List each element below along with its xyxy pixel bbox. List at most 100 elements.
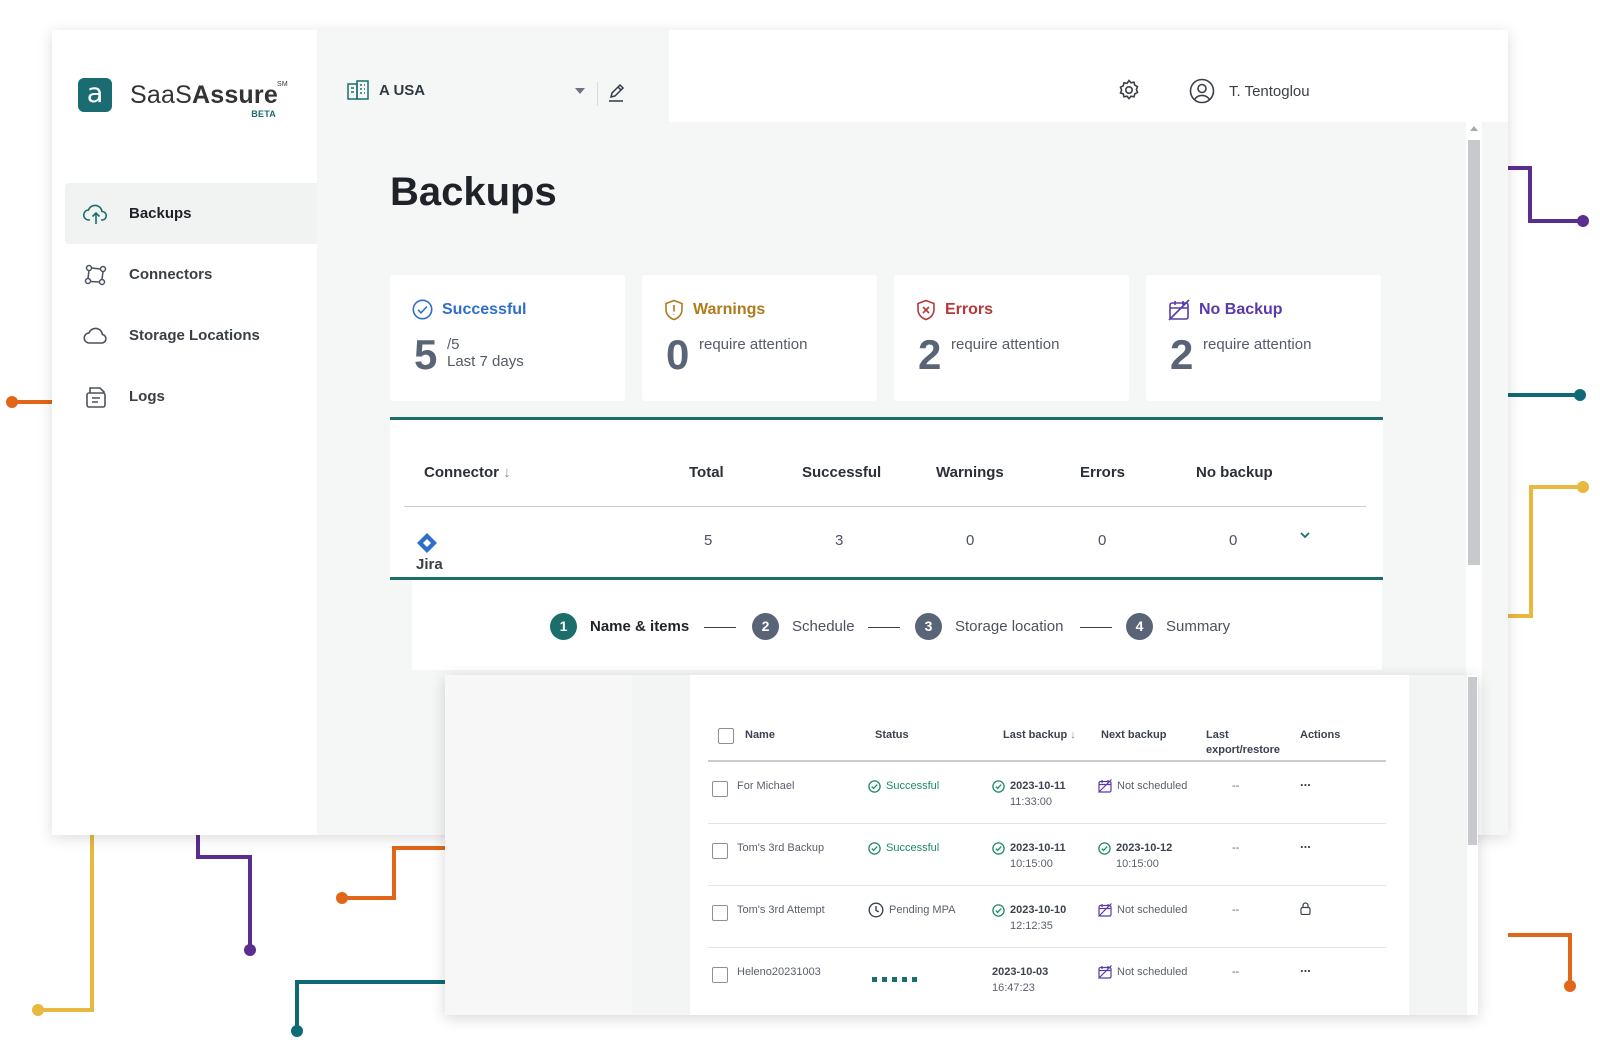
overlay-scrollbar[interactable] [1467,675,1478,1015]
backups-table: Name Status Last backup ↓ Next backup La… [708,675,1386,1015]
card-label: Errors [945,301,994,318]
lock-icon[interactable] [1300,902,1311,920]
connector-summary-table: Connector ↓ Total Successful Warnings Er… [390,417,1383,580]
card-subtext: /5 Last 7 days [447,336,524,370]
next-backup-cell: Not scheduled [1098,778,1187,794]
stat-card-no-backup[interactable]: No Backup 2 require attention [1146,275,1381,401]
step-number: 1 [550,613,577,640]
connector-cell: Jira [416,532,446,573]
lock-icon [1300,902,1311,916]
table-row[interactable]: Jira 5 3 0 0 0 [390,508,1383,578]
last-export-cell: -- [1232,842,1240,854]
cell-total: 5 [704,532,713,549]
sidebar-item-connectors[interactable]: Connectors [65,244,317,305]
sort-arrow-icon: ↓ [1070,729,1076,741]
sidebar-item-label: Storage Locations [129,327,260,344]
page-title: Backups [390,170,557,214]
stat-card-successful[interactable]: Successful 5 /5 Last 7 days [390,275,625,401]
user-menu[interactable]: T. Tentoglou [1189,78,1310,104]
table-row[interactable]: Tom's 3rd Backup Successful 2023-10-11 1… [708,824,1386,886]
edit-organization-button[interactable] [607,82,625,109]
next-backup-text: Not scheduled [1117,780,1188,792]
stat-card-errors[interactable]: Errors 2 require attention [894,275,1129,401]
chevron-down-icon[interactable] [575,88,585,94]
check-circle-icon [992,779,1005,793]
last-backup-date: 2023-10-03 [992,966,1049,978]
last-backup-time: 11:33:00 [1010,796,1053,808]
column-header-actions: Actions [1300,729,1341,741]
sidebar-item-backups[interactable]: Backups [65,183,317,244]
sidebar-item-storage-locations[interactable]: Storage Locations [65,305,317,366]
more-actions-button[interactable]: ... [1300,836,1311,852]
overlay-gutter [632,675,690,1015]
status-cell: Successful [868,840,939,856]
cell-no-backup: 0 [1229,532,1238,549]
column-header-connector[interactable]: Connector ↓ [424,464,511,481]
backup-name: Heleno20231003 [737,966,821,978]
scrollbar-thumb[interactable] [1468,677,1477,845]
step-label: Summary [1166,618,1231,635]
cell-successful: 3 [835,532,844,549]
settings-button[interactable] [1117,78,1141,107]
step-label: Name & items [590,618,690,635]
sidebar-item-label: Connectors [129,266,213,283]
column-header-warnings: Warnings [936,464,1004,481]
organization-name: A USA [379,81,426,99]
step-name-items[interactable]: 1 Name & items [550,613,689,640]
step-label: Schedule [792,618,855,635]
step-number: 2 [752,613,779,640]
select-all-checkbox[interactable] [718,728,734,744]
step-connector [704,627,736,628]
step-summary[interactable]: 4 Summary [1126,613,1230,640]
organization-selector[interactable]: A USA [347,80,425,100]
step-schedule[interactable]: 2 Schedule [752,613,855,640]
table-row[interactable]: For Michael Successful 2023-10-11 11:33:… [708,762,1386,824]
connector-name: Jira [416,556,443,573]
stat-card-warnings[interactable]: Warnings 0 require attention [642,275,877,401]
row-checkbox[interactable] [712,905,728,921]
column-header-successful: Successful [802,464,882,481]
overlay-sidebar [445,675,632,1015]
table-row[interactable]: Tom's 3rd Attempt Pending MPA 2023-10-10… [708,886,1386,948]
last-backup-date: 2023-10-11 [1010,842,1066,854]
row-checkbox[interactable] [712,967,728,983]
card-heading: Errors [916,299,993,321]
table-row[interactable]: Heleno20231003 2023-10-03 16:47:23 Not s… [708,948,1386,1010]
wizard-steps: 1 Name & items 2 Schedule 3 Storage locatio… [412,580,1382,670]
step-number: 4 [1126,613,1153,640]
scrollbar-thumb[interactable] [1468,140,1480,565]
next-backup-text: Not scheduled [1117,966,1188,978]
card-period: Last 7 days [447,353,524,370]
expand-row-button[interactable] [1298,528,1312,546]
check-circle-icon [992,903,1005,917]
row-checkbox[interactable] [712,843,728,859]
sidebar-item-logs[interactable]: Logs [65,366,317,427]
calendar-off-icon [1098,903,1112,917]
check-circle-icon [1098,841,1111,855]
column-header-label: Connector [424,464,499,481]
last-backup-cell: 2023-10-10 12:12:35 [992,902,1066,934]
column-header-errors: Errors [1080,464,1126,481]
column-header-last-backup[interactable]: Last backup ↓ [1003,728,1076,743]
jira-icon [417,533,437,553]
status-cell: Successful [868,778,939,794]
logo-name-light: SaaS [130,80,192,109]
backup-name: For Michael [737,780,795,792]
card-heading: Successful [412,299,526,320]
card-number: 2 [918,331,942,378]
step-storage-location[interactable]: 3 Storage location [915,613,1063,640]
divider [597,82,598,106]
status-cell: Pending MPA [868,902,955,918]
calendar-off-icon [1098,965,1112,979]
beta-badge: BETA [251,108,276,119]
card-denominator: /5 [447,336,460,353]
sidebar-item-label: Backups [129,205,192,222]
logo-sm-mark: SM [277,80,288,88]
card-number: 0 [666,331,690,378]
logo[interactable]: a SaaSAssure SM BETA [78,78,288,119]
more-actions-button[interactable]: ... [1300,774,1311,790]
more-actions-button[interactable]: ... [1300,960,1311,976]
logo-text: SaaSAssure SM BETA [130,80,288,119]
scroll-up-icon[interactable] [1470,126,1478,131]
row-checkbox[interactable] [712,781,728,797]
